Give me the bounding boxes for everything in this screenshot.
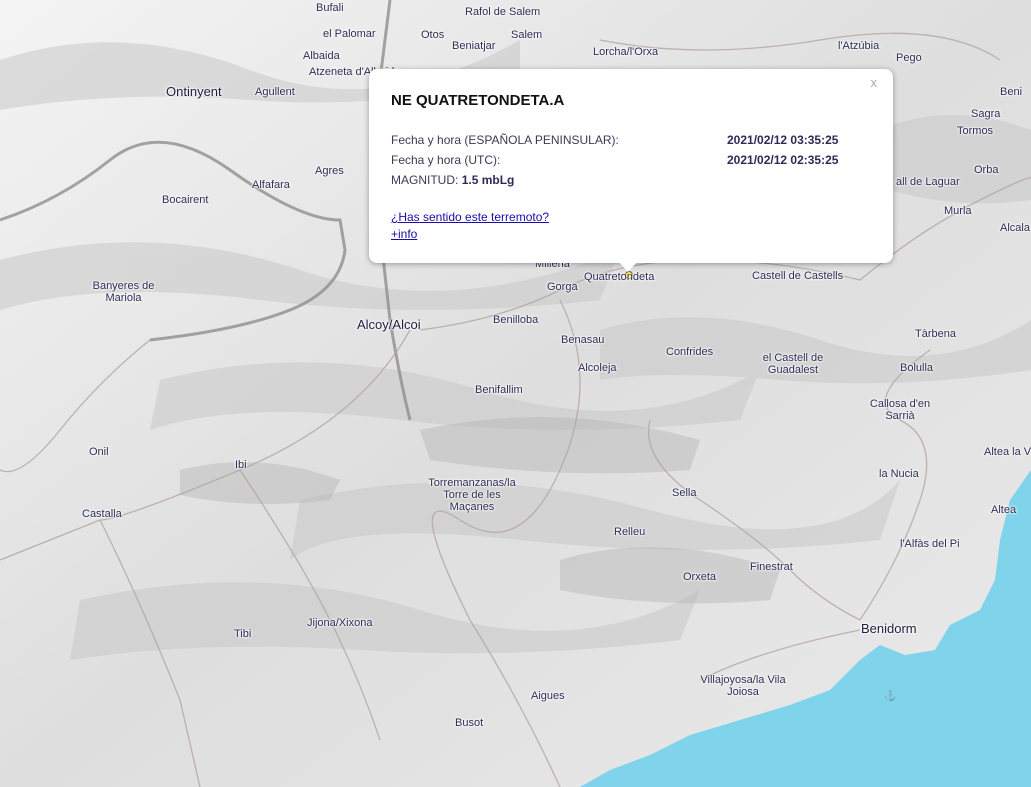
place-label: Orxeta	[683, 571, 717, 583]
place-label: Aigues	[531, 690, 565, 702]
place-label: la Nucia	[879, 468, 919, 480]
map-view[interactable]: ⚓ Bufali Rafol de Salem el Palomar Otos …	[0, 0, 1031, 787]
place-label: Bufali	[316, 2, 344, 14]
popup-pointer	[619, 262, 637, 272]
place-label: Otos	[421, 29, 445, 41]
place-label: Confrides	[666, 346, 714, 358]
place-label: Orba	[974, 164, 999, 176]
utc-time-value: 2021/02/12 02:35:25	[727, 153, 839, 167]
place-label: Banyeres de Mariola	[92, 280, 155, 304]
place-label: all de Laguar	[896, 176, 960, 188]
place-label: l'Alfàs del Pi	[900, 538, 960, 550]
local-time-label: Fecha y hora (ESPAÑOLA PENINSULAR):	[391, 133, 619, 147]
place-label: Callosa d'en Sarrià	[869, 398, 931, 422]
place-label: Lorcha/l'Orxa	[593, 46, 659, 58]
place-label: Alcala	[1000, 222, 1030, 234]
place-label: Altea	[991, 504, 1017, 516]
place-label: Relleu	[614, 526, 646, 538]
earthquake-popup: x NE QUATRETONDETA.A Fecha y hora (ESPAÑ…	[369, 69, 893, 272]
magnitude-line: MAGNITUD: 1.5 mbLg	[391, 173, 514, 187]
place-label: Alcoleja	[578, 362, 617, 374]
felt-earthquake-link[interactable]: ¿Has sentido este terremoto?	[391, 210, 549, 224]
place-label: Tibi	[234, 628, 252, 640]
place-label: Benilloba	[493, 314, 539, 326]
place-label: Benasau	[561, 334, 605, 346]
place-label: Salem	[511, 29, 543, 41]
more-info-link[interactable]: +info	[391, 227, 417, 241]
place-label: Castell de Castells	[752, 270, 844, 282]
place-label: Onil	[89, 446, 109, 458]
place-label: Villajoyosa/la Vila Joiosa	[700, 674, 786, 698]
place-label: Benidorm	[861, 621, 917, 636]
place-label: Rafol de Salem	[465, 6, 541, 18]
place-label: Albaida	[303, 50, 340, 62]
place-label: Castalla	[82, 508, 122, 520]
close-icon[interactable]: x	[871, 75, 878, 90]
magnitude-value: 1.5 mbLg	[461, 173, 515, 187]
place-label: Agres	[315, 165, 344, 177]
popup-title: NE QUATRETONDETA.A	[391, 92, 565, 109]
place-label: Sagra	[971, 108, 1001, 120]
place-label: Torremanzanas/la Torre de les Maçanes	[428, 477, 516, 513]
place-label: Alcoy/Alcoi	[357, 317, 421, 332]
place-label: Pego	[896, 52, 922, 64]
place-label: Alfafara	[252, 179, 290, 191]
place-label: Busot	[455, 717, 484, 729]
place-label: Gorga	[547, 281, 578, 293]
anchor-icon: ⚓	[884, 691, 897, 702]
place-label: Quatretondeta	[584, 271, 655, 283]
place-label: el Castell de Guadalest	[762, 352, 824, 376]
place-label: Tàrbena	[915, 328, 956, 340]
place-label: Bocairent	[162, 194, 209, 206]
place-label: Benifallim	[475, 384, 523, 396]
place-label: Beniatjar	[452, 40, 496, 52]
place-label: Tormos	[957, 125, 994, 137]
magnitude-label: MAGNITUD:	[391, 173, 459, 187]
place-label: Jijona/Xixona	[307, 617, 373, 629]
place-label: Altea la V	[984, 446, 1031, 458]
place-label: l'Atzúbia	[838, 40, 880, 52]
place-label: Sella	[672, 487, 697, 499]
place-label: Agullent	[255, 86, 295, 98]
place-label: Beni	[1000, 86, 1023, 98]
place-label: el Palomar	[323, 28, 376, 40]
place-label: Murla	[944, 205, 972, 217]
place-label: Ontinyent	[166, 84, 222, 99]
place-label: Finestrat	[750, 561, 793, 573]
place-label: Ibi	[235, 459, 247, 471]
local-time-value: 2021/02/12 03:35:25	[727, 133, 839, 147]
utc-time-label: Fecha y hora (UTC):	[391, 153, 501, 167]
place-label: Bolulla	[900, 362, 934, 374]
